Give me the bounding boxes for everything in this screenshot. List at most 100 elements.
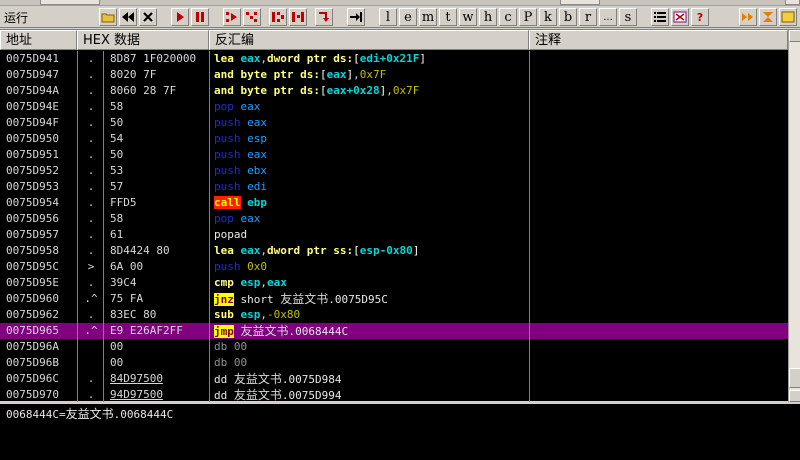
column-address[interactable]: 地址: [0, 30, 77, 50]
table-row[interactable]: 0075D962. 83EC 80 sub esp,-0x80: [0, 307, 788, 323]
table-row[interactable]: 0075D941. 8D87 1F020000 lea eax,dword ptr …: [0, 51, 788, 67]
row-hex: 54: [110, 132, 124, 145]
asm-token: byte ptr ds:: [240, 68, 320, 81]
scroll-thumb[interactable]: [789, 368, 800, 388]
info-pane: 0068444C=友益文书.0068444C: [0, 402, 800, 460]
execute-till-return-icon[interactable]: [315, 8, 333, 26]
table-row[interactable]: 0075D947. 8020 7F and byte ptr ds:[eax],0x…: [0, 67, 788, 83]
table-row[interactable]: 0075D960 .^ 75 FA jnz short 友益文书.0075D95C: [0, 291, 788, 307]
row-disasm: cmp esp,eax: [214, 275, 287, 291]
executable-modules-button[interactable]: e: [399, 8, 417, 26]
row-marker: .: [87, 84, 95, 97]
asm-token: popad: [214, 228, 248, 241]
scroll-up-button[interactable]: [789, 30, 800, 42]
asm-token: .0075D994: [281, 389, 342, 402]
windows-button[interactable]: w: [459, 8, 477, 26]
asm-token: edi: [247, 180, 267, 193]
memory-map-button[interactable]: m: [419, 8, 437, 26]
asm-token: lea: [214, 52, 241, 65]
asm-token: eax: [267, 276, 287, 289]
patches-button[interactable]: P: [519, 8, 537, 26]
asm-token: .0075D95C: [328, 293, 388, 306]
references-button[interactable]: r: [579, 8, 597, 26]
pause-icon[interactable]: [191, 8, 209, 26]
table-row[interactable]: 0075D950. 54 push esp: [0, 131, 788, 147]
call-stack-button[interactable]: k: [539, 8, 557, 26]
handles-button[interactable]: h: [479, 8, 497, 26]
go-to-icon[interactable]: [347, 8, 365, 26]
step-over-icon[interactable]: [243, 8, 261, 26]
breakpoints-button[interactable]: b: [559, 8, 577, 26]
row-hex: 39C4: [110, 276, 137, 289]
threads-button[interactable]: t: [439, 8, 457, 26]
list-icon[interactable]: [651, 8, 669, 26]
cpu-button[interactable]: c: [499, 8, 517, 26]
asm-token: 0x7F: [392, 84, 420, 97]
table-row[interactable]: 0075D94A. 8060 28 7F and byte ptr ds:[eax+…: [0, 83, 788, 99]
row-disasm: pop eax: [214, 99, 260, 115]
table-row[interactable]: 0075D95E. 39C4 cmp esp,eax: [0, 275, 788, 291]
row-marker: .^: [84, 292, 98, 305]
row-disasm: and byte ptr ds:[eax],0x7F: [214, 67, 386, 83]
row-address: 0075D95E: [6, 276, 59, 289]
open-icon[interactable]: [99, 8, 117, 26]
row-address: 0075D953: [6, 180, 59, 193]
table-row[interactable]: 0075D94E. 58 pop eax: [0, 99, 788, 115]
scroll-down-button[interactable]: [789, 390, 800, 402]
column-disasm[interactable]: 反汇编: [209, 30, 529, 50]
table-row[interactable]: 0075D96C. 84D97500 dd 友益文书.0075D984: [0, 371, 788, 387]
run-icon[interactable]: [171, 8, 189, 26]
asm-token: push: [214, 260, 248, 273]
options-icon[interactable]: [671, 8, 689, 26]
row-hex: 57: [110, 180, 124, 193]
row-address: 0075D94A: [6, 84, 59, 97]
asm-token: esp: [240, 308, 261, 321]
rewind-icon[interactable]: [119, 8, 137, 26]
row-disasm: push esp: [214, 131, 267, 147]
disassembly-pane[interactable]: 地址 HEX 数据 反汇编 注释 0075D941. 8D87 1F020000 l…: [0, 29, 800, 402]
animate-into-icon[interactable]: [269, 8, 287, 26]
table-row[interactable]: 0075D953. 57 push edi: [0, 179, 788, 195]
column-hex[interactable]: HEX 数据: [77, 30, 209, 50]
table-row[interactable]: 0075D96A 00 db 00: [0, 339, 788, 355]
asm-token: ,: [260, 308, 267, 321]
table-row-selected[interactable]: 0075D965 .^ E9 E26AF2FF jmp 友益文书.0068444C: [0, 323, 788, 339]
asm-token: and: [214, 68, 241, 81]
row-hex: 75 FA: [110, 292, 144, 305]
asm-token: byte ptr ds:: [240, 84, 320, 97]
table-row[interactable]: 0075D952. 53 push ebx: [0, 163, 788, 179]
log-window-button[interactable]: l: [379, 8, 397, 26]
vertical-scrollbar[interactable]: [788, 30, 800, 402]
animate-over-icon[interactable]: [289, 8, 307, 26]
row-marker: .: [87, 100, 95, 113]
table-row[interactable]: 0075D957. 61 popad: [0, 227, 788, 243]
close-icon[interactable]: [139, 8, 157, 26]
column-divider: [77, 51, 78, 402]
table-row[interactable]: 0075D954. FFD5 call ebp: [0, 195, 788, 211]
row-address: 0075D96C: [6, 372, 59, 385]
plugin-icon[interactable]: [759, 8, 777, 26]
table-row[interactable]: 0075D970. 94D97500 dd 友益文书.0075D994: [0, 387, 788, 402]
asm-token: ebx: [247, 164, 267, 177]
run-trace-button[interactable]: ...: [599, 8, 617, 26]
table-row[interactable]: 0075D958. 8D4424 80 lea eax,dword ptr ss:[…: [0, 243, 788, 259]
plugin-icon[interactable]: [739, 8, 757, 26]
row-disasm: lea eax,dword ptr ds:[edi+0x21F]: [214, 51, 426, 67]
column-comment[interactable]: 注释: [529, 30, 788, 50]
source-button[interactable]: s: [619, 8, 637, 26]
row-marker: .^: [84, 324, 98, 337]
table-row[interactable]: 0075D96B 00 db 00: [0, 355, 788, 371]
table-row[interactable]: 0075D95C >6A 00 push 0x0: [0, 259, 788, 275]
plugin-icon[interactable]: [779, 8, 797, 26]
asm-token: push: [214, 148, 248, 161]
table-row[interactable]: 0075D951. 50 push eax: [0, 147, 788, 163]
help-icon[interactable]: ?: [691, 8, 709, 26]
table-row[interactable]: 0075D94F. 50 push eax: [0, 115, 788, 131]
table-row[interactable]: 0075D956. 58 pop eax: [0, 211, 788, 227]
step-into-icon[interactable]: [223, 8, 241, 26]
asm-token: 友益文书: [233, 388, 282, 402]
asm-token: eax: [326, 68, 347, 81]
disassembly-rows[interactable]: 0075D941. 8D87 1F020000 lea eax,dword ptr …: [0, 51, 788, 402]
asm-token: 友益文书: [233, 372, 282, 386]
row-marker: >: [87, 260, 95, 273]
